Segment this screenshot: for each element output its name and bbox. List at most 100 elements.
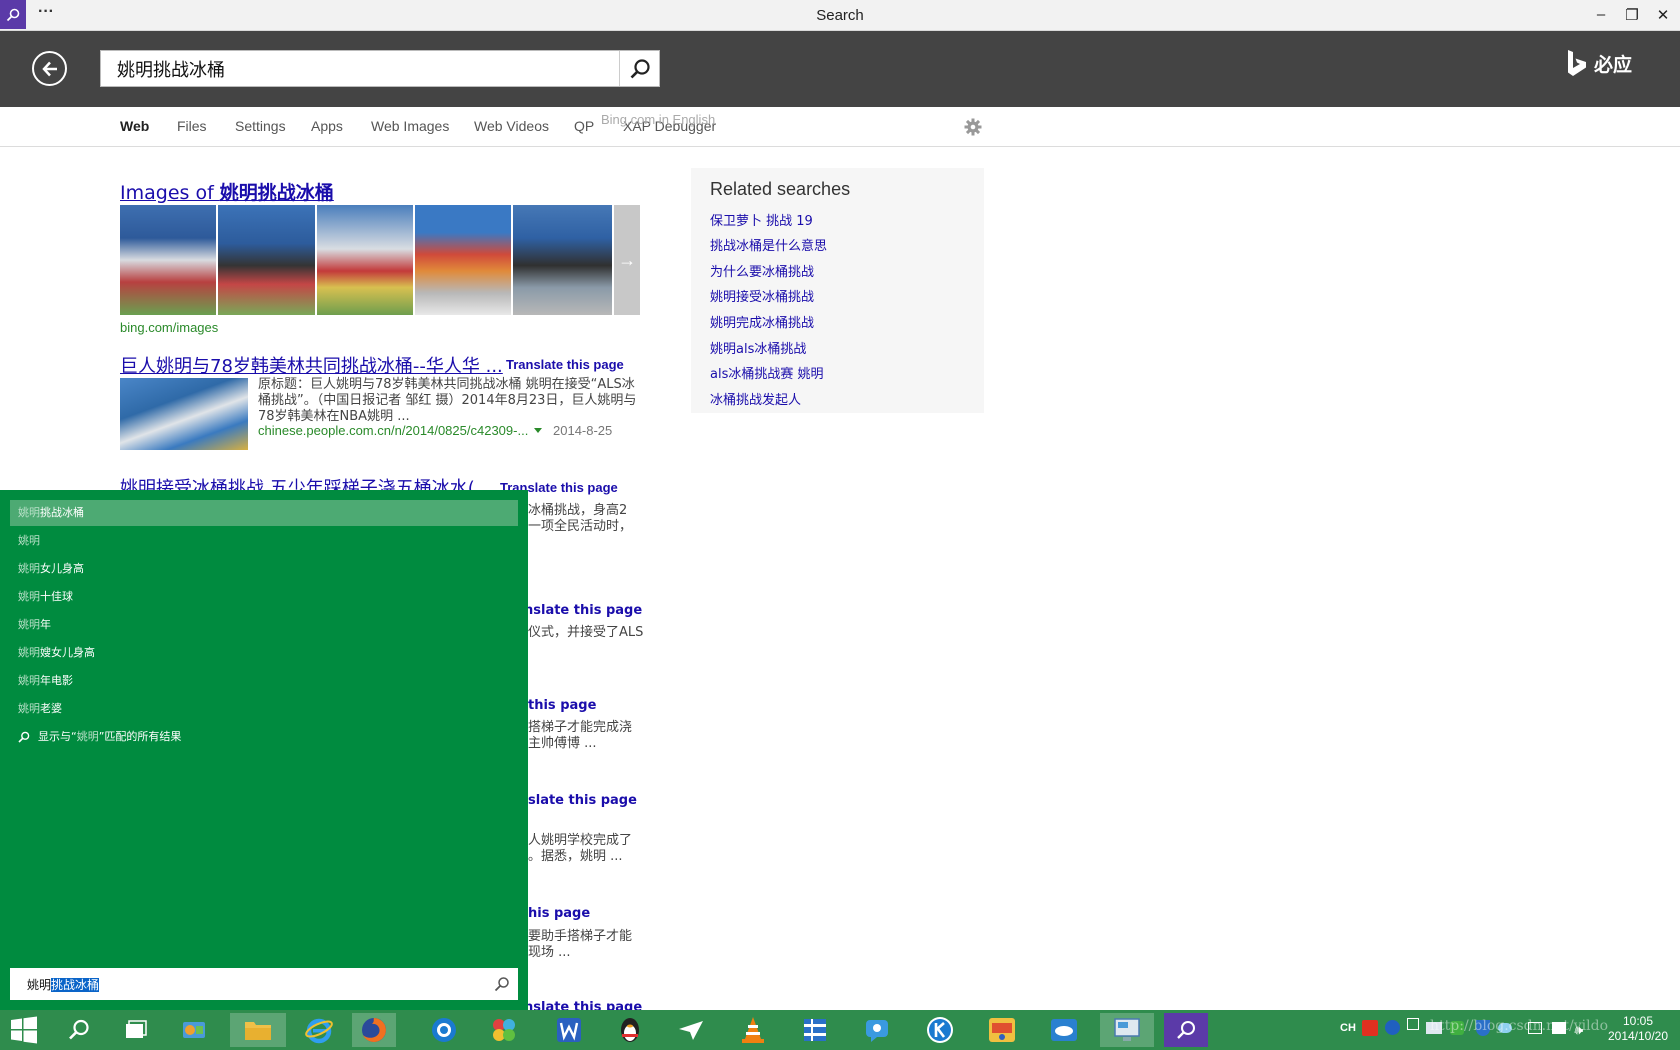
taskbar-app-kugou[interactable] xyxy=(918,1013,962,1047)
minimize-button[interactable]: – xyxy=(1591,6,1611,23)
suggestion-rest: 年电影 xyxy=(40,674,73,687)
taskbar-app-file-explorer[interactable] xyxy=(230,1013,286,1047)
translate-link[interactable]: nslate this page xyxy=(524,603,642,618)
image-thumbnail[interactable] xyxy=(120,205,217,315)
tab-web-images[interactable]: Web Images xyxy=(371,118,449,134)
gear-icon xyxy=(964,118,982,136)
taskbar-app-internet-explorer[interactable] xyxy=(297,1013,341,1047)
taskbar-app-firefox[interactable] xyxy=(352,1013,396,1047)
result-url[interactable]: chinese.people.com.cn/n/2014/0825/c42309… xyxy=(258,423,528,438)
pane-search-input[interactable]: 姚明挑战冰桶 xyxy=(10,968,518,1000)
taskbar-app-control-panel[interactable] xyxy=(172,1013,216,1047)
tab-web-videos[interactable]: Web Videos xyxy=(474,118,549,134)
related-search-link[interactable]: 冰桶挑战发起人 xyxy=(710,389,801,408)
settings-gear-button[interactable] xyxy=(964,118,982,141)
clock[interactable]: 10:05 2014/10/20 xyxy=(1596,1014,1680,1044)
image-thumbnail[interactable] xyxy=(218,205,315,315)
taskbar-app-vlc[interactable] xyxy=(731,1013,775,1047)
suggestion-prefix: 姚明 xyxy=(18,506,40,519)
bing-english-overlay[interactable]: Bing.com in English xyxy=(601,112,715,127)
game-icon xyxy=(989,1018,1015,1042)
suggestion-item[interactable]: 姚明女儿身高 xyxy=(10,556,518,582)
strip-next-button[interactable]: → xyxy=(614,205,641,315)
related-search-link[interactable]: 姚明接受冰桶挑战 xyxy=(710,286,814,305)
translate-link[interactable]: his page xyxy=(528,906,590,921)
task-view-button[interactable] xyxy=(114,1013,158,1047)
start-button[interactable] xyxy=(2,1013,46,1047)
related-search-link[interactable]: 姚明als冰桶挑战 xyxy=(710,338,806,357)
suggestion-prefix: 姚明 xyxy=(18,534,40,547)
taskbar-app-browser[interactable] xyxy=(422,1013,466,1047)
suggestion-item[interactable]: 姚明挑战冰桶 xyxy=(10,500,518,526)
related-search-link[interactable]: 姚明完成冰桶挑战 xyxy=(710,312,814,331)
search-input[interactable] xyxy=(101,51,621,86)
translate-link[interactable]: Translate this page xyxy=(506,357,624,372)
image-thumbnail[interactable] xyxy=(414,205,511,315)
image-thumbnail[interactable] xyxy=(316,205,413,315)
clock-date: 2014/10/20 xyxy=(1607,1029,1669,1043)
related-search-link[interactable]: 为什么要冰桶挑战 xyxy=(710,261,814,280)
result-thumbnail[interactable] xyxy=(120,378,248,450)
result-title-link[interactable]: 巨人姚明与78岁韩美林共同挑战冰桶--华人华 ... xyxy=(120,352,503,378)
translate-link[interactable]: this page xyxy=(528,698,596,713)
taskbar-app-clover[interactable] xyxy=(482,1013,526,1047)
images-title-prefix: Images of xyxy=(120,182,220,204)
internet-explorer-icon xyxy=(305,1018,333,1044)
tab-apps[interactable]: Apps xyxy=(311,118,343,134)
taskbar-search-button[interactable] xyxy=(57,1013,101,1047)
search-icon xyxy=(494,977,509,992)
related-search-link[interactable]: 挑战冰桶是什么意思 xyxy=(710,235,827,254)
result-date: 2014-8-25 xyxy=(553,423,613,438)
tab-files[interactable]: Files xyxy=(177,118,207,134)
suggestion-item[interactable]: 姚明嫂女儿身高 xyxy=(10,640,518,666)
taskbar-app-qq-chat[interactable] xyxy=(855,1013,899,1047)
tab-web[interactable]: Web xyxy=(120,118,149,134)
task-view-icon xyxy=(126,1020,147,1038)
suggestion-prefix: 姚明 xyxy=(18,646,40,659)
firefox-icon xyxy=(362,1018,386,1042)
pane-search-button[interactable] xyxy=(494,976,510,997)
window-title: Search xyxy=(816,7,864,24)
search-header: 必应 xyxy=(0,31,1680,107)
tab-qp[interactable]: QP xyxy=(574,118,594,134)
restore-button[interactable]: ❐ xyxy=(1622,6,1642,24)
close-button[interactable]: ✕ xyxy=(1653,6,1673,24)
tab-settings[interactable]: Settings xyxy=(235,118,286,134)
taskbar-app-cloud-drive[interactable] xyxy=(1042,1013,1086,1047)
images-block-link[interactable]: Images of 姚明挑战冰桶 xyxy=(120,178,334,205)
suggestion-prefix: 姚明 xyxy=(18,702,40,715)
suggestion-rest: 十佳球 xyxy=(40,590,73,603)
related-search-link[interactable]: 保卫萝卜 挑战 19 xyxy=(710,210,813,229)
sogou-ime-icon[interactable] xyxy=(1362,1020,1378,1036)
suggestion-item[interactable]: 姚明年 xyxy=(10,612,518,638)
help-icon[interactable] xyxy=(1385,1020,1400,1035)
suggestion-item[interactable]: 姚明老婆 xyxy=(10,696,518,722)
tray-arrow-icon[interactable] xyxy=(1407,1018,1419,1030)
taskbar-app-game[interactable] xyxy=(980,1013,1024,1047)
search-button[interactable] xyxy=(619,51,659,86)
suggestion-item[interactable]: 姚明十佳球 xyxy=(10,584,518,610)
related-searches-panel: Related searches 保卫萝卜 挑战 19 挑战冰桶是什么意思 为什… xyxy=(691,168,984,413)
taskbar-app-swallow[interactable] xyxy=(669,1013,713,1047)
show-all-results-item[interactable]: 显示与“姚明”匹配的所有结果 xyxy=(10,724,518,750)
suggestion-item[interactable]: 姚明年电影 xyxy=(10,668,518,694)
related-search-link[interactable]: als冰桶挑战赛 姚明 xyxy=(710,363,823,382)
search-icon xyxy=(1177,1021,1195,1039)
back-button[interactable] xyxy=(32,51,67,86)
translate-link[interactable]: slate this page xyxy=(528,793,637,808)
input-typed-text: 姚明 xyxy=(27,978,52,992)
image-thumbnail[interactable] xyxy=(513,205,613,315)
kugou-icon xyxy=(927,1017,953,1043)
suggestion-rest: 女儿身高 xyxy=(40,562,84,575)
taskbar: CH 🕪 10:05 2014/10/20 xyxy=(0,1010,1680,1050)
taskbar-app-qq[interactable] xyxy=(608,1013,652,1047)
url-dropdown-icon[interactable] xyxy=(534,428,542,433)
taskbar-app-search[interactable] xyxy=(1164,1013,1208,1047)
bing-logo[interactable]: 必应 xyxy=(1566,49,1632,77)
ime-indicator[interactable]: CH xyxy=(1340,1022,1356,1034)
suggestion-item[interactable]: 姚明 xyxy=(10,528,518,554)
image-strip: → xyxy=(120,205,641,315)
taskbar-app-wps-writer[interactable] xyxy=(547,1013,591,1047)
taskbar-app-remote-desktop[interactable] xyxy=(1100,1013,1154,1047)
taskbar-app-video-editor[interactable] xyxy=(793,1013,837,1047)
